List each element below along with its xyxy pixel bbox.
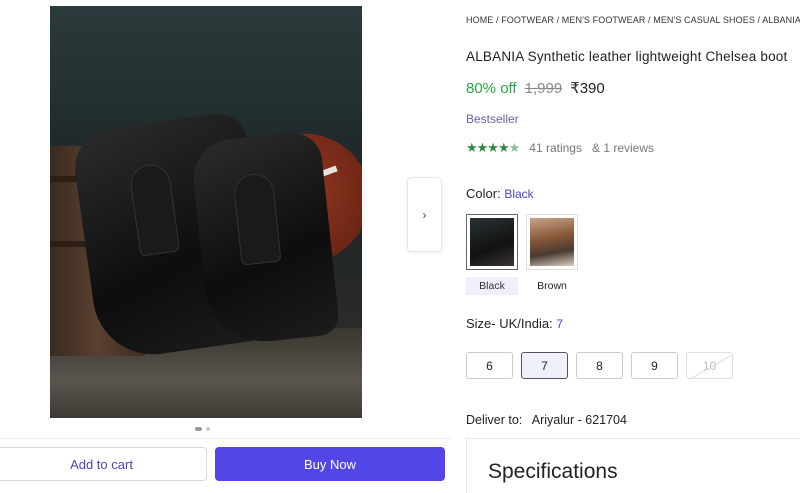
carousel-dot[interactable] (206, 427, 210, 431)
color-label: Color: Black (466, 186, 534, 201)
discount-text: 80% off (466, 80, 517, 97)
mrp-text: 1,999 (524, 80, 563, 97)
boot-elastic (232, 171, 282, 266)
breadcrumb[interactable]: HOME / FOOTWEAR / MEN'S FOOTWEAR / MEN'S… (466, 15, 800, 25)
size-option-7[interactable]: 7 (521, 352, 568, 379)
size-option-6[interactable]: 6 (466, 352, 513, 379)
selected-color: Black (504, 187, 534, 201)
selected-size: 7 (556, 317, 564, 331)
add-to-cart-button[interactable]: Add to cart (0, 447, 207, 481)
delivery-location[interactable]: Ariyalur - 621704 (532, 413, 627, 427)
size-option-10: 10 (686, 352, 733, 379)
carousel-dot-active[interactable] (195, 427, 202, 431)
carousel-dots (195, 427, 210, 431)
specifications-heading: Specifications (488, 460, 618, 483)
selling-price: ₹390 (570, 80, 605, 97)
next-image-button[interactable]: › (407, 177, 442, 252)
deliver-label: Deliver to: (466, 413, 523, 427)
color-swatch-brown[interactable] (526, 214, 578, 270)
color-option-label[interactable]: Black (466, 277, 518, 295)
color-swatch-black[interactable] (466, 214, 518, 270)
buy-now-button[interactable]: Buy Now (215, 447, 445, 481)
size-label: Size- UK/India: 7 (466, 316, 563, 331)
size-label-text: Size- UK/India: (466, 316, 553, 331)
color-option-label[interactable]: Brown (526, 277, 578, 295)
swatch-image (530, 218, 574, 266)
color-label-text: Color: (466, 186, 501, 201)
chevron-right-icon: › (422, 207, 427, 222)
product-title: ALBANIA Synthetic leather lightweight Ch… (466, 49, 788, 64)
half-star-icon: ★ (508, 140, 521, 155)
star-rating-icon: ★★★★★ (466, 140, 521, 155)
specifications-section: Specifications (466, 438, 800, 493)
price-row: 80% off 1,999 ₹390 (466, 79, 605, 97)
size-option-8[interactable]: 8 (576, 352, 623, 379)
size-option-9[interactable]: 9 (631, 352, 678, 379)
swatch-image (470, 218, 514, 266)
boot-elastic (127, 162, 180, 258)
bestseller-badge: Bestseller (466, 112, 519, 126)
product-image[interactable] (50, 6, 362, 418)
rating-row: ★★★★★ 41 ratings & 1 reviews (466, 140, 654, 156)
ratings-count[interactable]: 41 ratings (529, 141, 582, 155)
action-bar: Add to cart Buy Now (0, 438, 452, 493)
reviews-count[interactable]: & 1 reviews (592, 141, 654, 155)
delivery-info[interactable]: Deliver to: Ariyalur - 621704 (466, 413, 627, 427)
